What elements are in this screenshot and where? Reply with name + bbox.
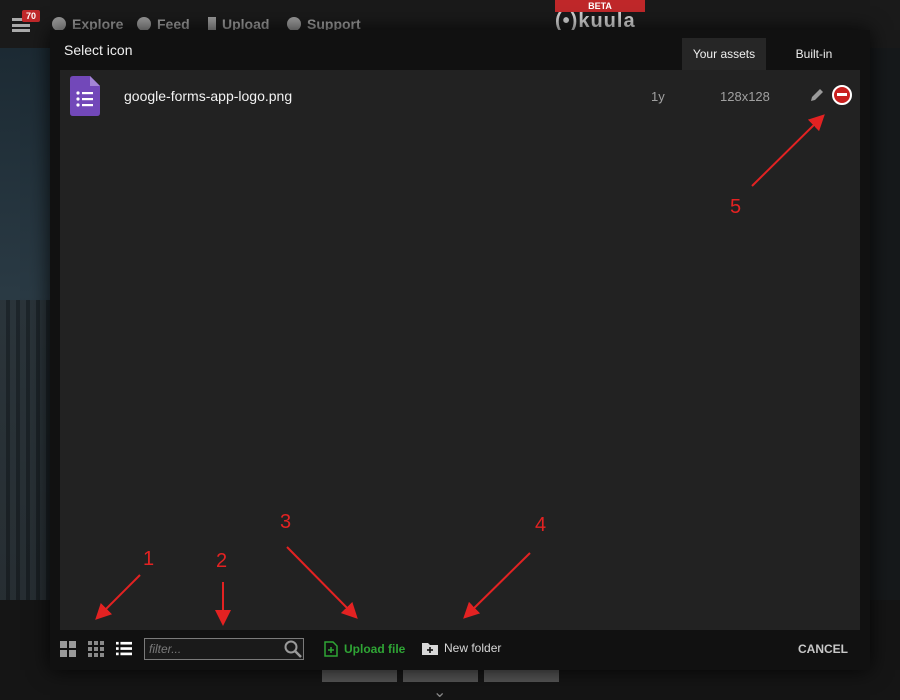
upload-file-button[interactable]: Upload file: [324, 641, 405, 657]
help-icon: [287, 17, 301, 31]
file-name: google-forms-app-logo.png: [124, 88, 293, 104]
filter-input[interactable]: [144, 638, 304, 660]
logo-text: kuula: [578, 10, 636, 32]
upload-arrow-icon: [208, 17, 216, 31]
file-dimensions: 128x128: [720, 89, 770, 104]
new-folder-button[interactable]: New folder: [422, 641, 501, 655]
annotation-number-5: 5: [730, 196, 742, 218]
search-icon[interactable]: [284, 640, 302, 658]
small-grid-view-icon[interactable]: [88, 641, 104, 657]
annotation-number-1: 1: [143, 548, 155, 570]
chevron-down-icon[interactable]: ⌄: [433, 682, 446, 700]
annotation-number-4: 4: [535, 514, 547, 536]
large-grid-view-icon[interactable]: [60, 641, 76, 657]
assets-list: google-forms-app-logo.png 1y 128x128: [60, 70, 860, 630]
file-age: 1y: [651, 89, 665, 104]
home-icon: [137, 17, 151, 31]
list-view-icon[interactable]: [116, 641, 132, 657]
globe-icon: [52, 17, 66, 31]
dialog-title: Select icon: [64, 42, 133, 58]
notification-badge[interactable]: 70: [22, 10, 41, 22]
upload-file-label: Upload file: [344, 642, 406, 656]
dialog-footer: Upload file New folder CANCEL: [50, 630, 870, 670]
upload-file-icon: [324, 641, 338, 657]
annotation-number-2: 2: [216, 550, 228, 572]
background-sidebar: [870, 48, 900, 600]
background-thumbnail: [322, 668, 397, 682]
select-icon-dialog: Select icon Your assets Built-in assets …: [50, 30, 870, 670]
background-thumbnail: [403, 668, 478, 682]
tab-built-in-assets[interactable]: Built-in assets: [768, 38, 860, 93]
cancel-button[interactable]: CANCEL: [798, 642, 848, 656]
annotation-number-3: 3: [280, 511, 292, 533]
new-folder-label: New folder: [444, 641, 502, 655]
app-root: 70 Explore Feed Upload Support BETA (•)k…: [0, 0, 900, 700]
background-thumbnail: [484, 668, 559, 682]
pencil-icon[interactable]: [809, 87, 825, 103]
list-item[interactable]: google-forms-app-logo.png 1y 128x128: [60, 70, 860, 122]
delete-icon[interactable]: [832, 85, 852, 105]
google-forms-icon: [70, 76, 100, 116]
tab-your-assets[interactable]: Your assets: [682, 38, 766, 70]
new-folder-icon: [422, 643, 438, 655]
